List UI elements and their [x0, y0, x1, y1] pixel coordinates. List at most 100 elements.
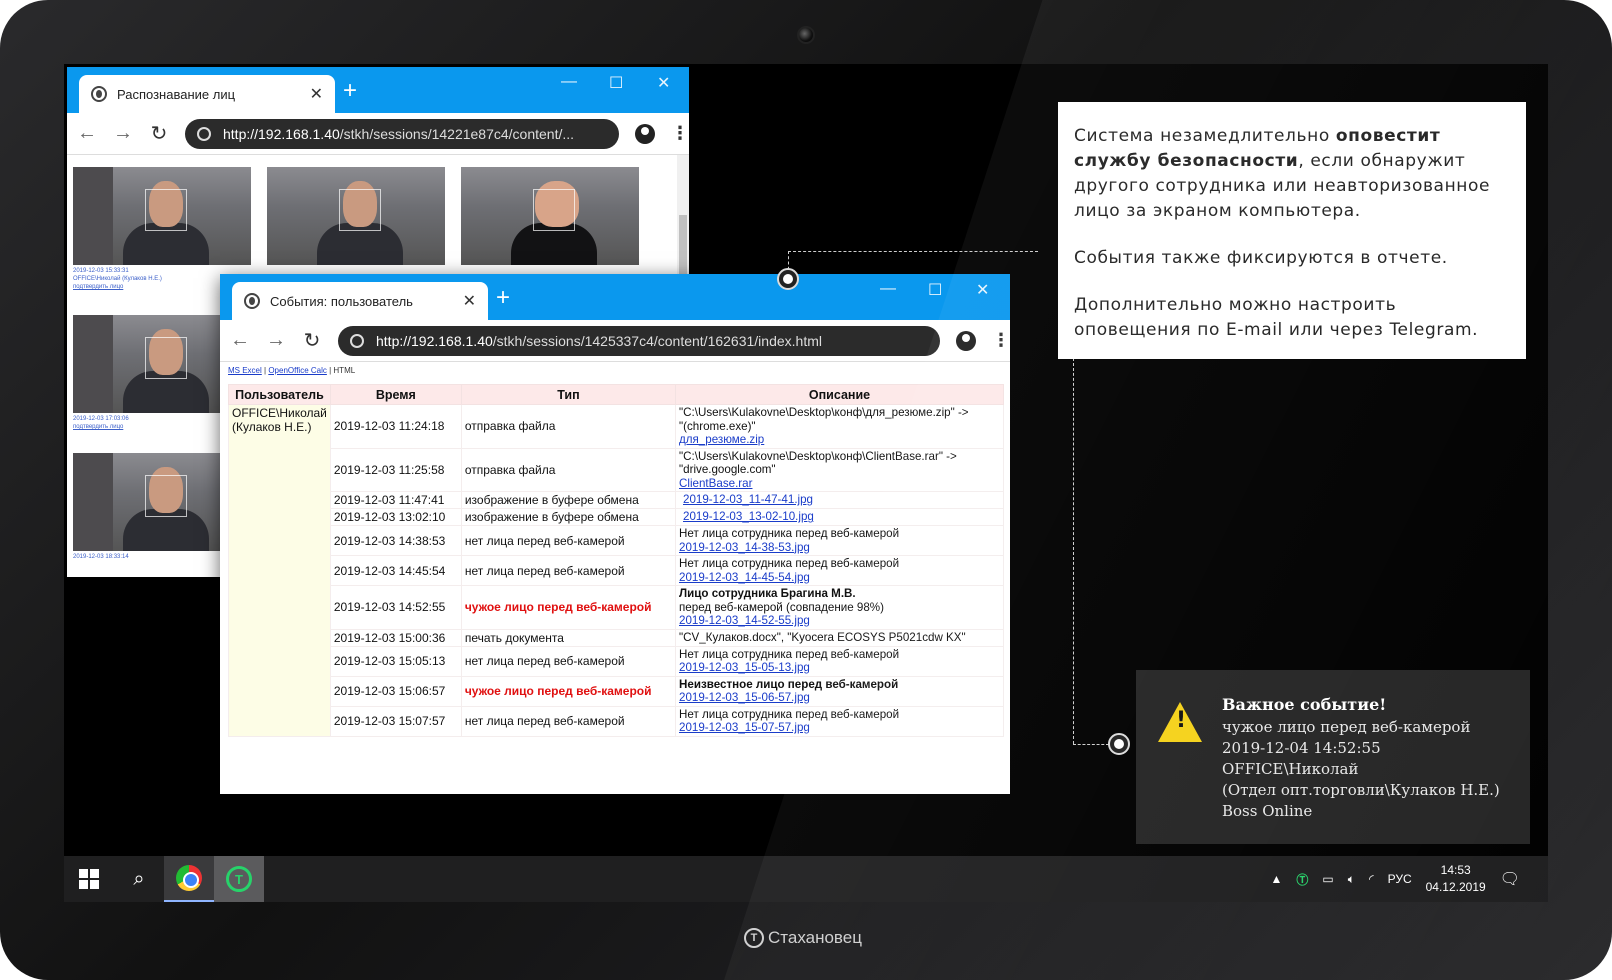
events-window: События: пользователь ✕ + — ☐ ✕ ← → ↻ ht… — [220, 274, 1010, 794]
calc-link[interactable]: OpenOffice Calc — [268, 366, 327, 375]
file-link[interactable]: 2019-12-03_14-52-55.jpg — [679, 614, 1000, 628]
menu-icon[interactable]: ⋮ — [671, 123, 689, 144]
reload-icon[interactable]: ↻ — [302, 328, 322, 353]
table-row: 2019-12-03 15:06:57 чужое лицо перед веб-… — [229, 675, 1004, 707]
address-bar[interactable]: http://192.168.1.40/stkh/sessions/142533… — [338, 325, 940, 356]
cell-time: 2019-12-03 14:52:55 — [329, 585, 462, 630]
cell-description: Неизвестное лицо перед веб-камерой 2019-1… — [675, 675, 1004, 707]
battery-icon[interactable]: ▭ — [1322, 872, 1333, 886]
info-paragraph-3: Дополнительно можно настроить оповещения… — [1074, 295, 1479, 340]
cell-type: отправка файла — [460, 447, 677, 492]
globe-icon — [244, 293, 260, 309]
taskbar-app[interactable]: T — [214, 856, 264, 902]
file-link[interactable]: 2019-12-03_13-02-10.jpg — [679, 510, 1000, 524]
account-icon[interactable] — [635, 123, 655, 144]
back-arrow-icon[interactable]: ← — [77, 122, 97, 145]
cell-description: Нет лица сотрудника перед веб-камерой 201… — [675, 705, 1004, 737]
minimize-button[interactable]: — — [880, 280, 896, 298]
file-link[interactable]: для_резюме.zip — [679, 433, 1000, 447]
close-tab-icon[interactable]: ✕ — [463, 291, 476, 311]
volume-icon[interactable]: 🔈︎ — [1348, 872, 1355, 887]
cell-type: отправка файла — [460, 404, 677, 449]
maximize-button[interactable]: ☐ — [609, 73, 623, 93]
face-thumbnail[interactable] — [73, 167, 251, 265]
forward-arrow-icon[interactable]: → — [266, 329, 286, 352]
face-thumbnail[interactable] — [461, 167, 639, 265]
thumbnail-caption: 2019-12-03 18:33:14 — [73, 554, 129, 560]
taskbar-chrome[interactable] — [164, 856, 214, 902]
wifi-icon[interactable]: ◜ — [1369, 872, 1374, 886]
tab-events[interactable]: События: пользователь ✕ — [232, 282, 488, 320]
header-type: Тип — [460, 384, 677, 405]
new-tab-button[interactable]: + — [496, 284, 510, 312]
clock[interactable]: 14:53 04.12.2019 — [1426, 862, 1486, 896]
events-table-body: OFFICE\Николай (Кулаков Н.Е.) 2019-12-03 … — [228, 404, 1004, 737]
file-link[interactable]: 2019-12-03_15-06-57.jpg — [679, 691, 1000, 705]
minimize-button[interactable]: — — [561, 73, 577, 91]
description-text: Нет лица сотрудника перед веб-камерой — [679, 527, 900, 540]
info-paragraph-2: События также фиксируются в отчете. — [1074, 248, 1448, 268]
cell-description: Нет лица сотрудника перед веб-камерой 201… — [675, 525, 1004, 556]
notification-line: (Отдел опт.торговли\Кулаков Н.Е.) — [1222, 781, 1500, 799]
warning-icon: ! — [1158, 702, 1202, 742]
close-window-button[interactable]: ✕ — [976, 280, 989, 300]
webcam — [797, 26, 815, 44]
maximize-button[interactable]: ☐ — [928, 280, 942, 300]
file-link[interactable]: 2019-12-03_14-38-53.jpg — [679, 541, 1000, 555]
chevron-up-icon[interactable]: ▲ — [1270, 872, 1282, 886]
menu-icon[interactable]: ⋮ — [992, 330, 1010, 351]
cell-description: "C:\Users\Kulakovne\Desktop\конф\ClientB… — [675, 447, 1004, 492]
url-host: http://192.168.1.40 — [376, 332, 493, 349]
cell-type: чужое лицо перед веб-камерой — [460, 675, 677, 707]
notification-line: чужое лицо перед веб-камерой — [1222, 718, 1471, 736]
tab-face-recognition[interactable]: Распознавание лиц ✕ — [79, 75, 335, 113]
close-window-button[interactable]: ✕ — [657, 73, 670, 93]
description-text: Лицо сотрудника Брагина М.В. — [679, 587, 856, 600]
search-button[interactable]: ⌕ — [114, 856, 164, 902]
start-button[interactable] — [64, 856, 114, 902]
file-link[interactable]: ClientBase.rar — [679, 477, 1000, 491]
tab-bar: Распознавание лиц ✕ + — ☐ ✕ — [67, 67, 689, 113]
table-row: 2019-12-03 14:38:53 нет лица перед веб-ка… — [229, 525, 1004, 556]
action-center-icon[interactable]: 🗨︎ — [1500, 869, 1520, 889]
address-bar[interactable]: http://192.168.1.40/stkh/sessions/14221e… — [185, 118, 619, 149]
account-icon[interactable] — [956, 330, 976, 351]
browser-toolbar: ← → ↻ http://192.168.1.40/stkh/sessions/… — [67, 113, 689, 155]
device-bezel: Распознавание лиц ✕ + — ☐ ✕ ← → ↻ http:/… — [0, 0, 1612, 980]
excel-link[interactable]: MS Excel — [228, 366, 262, 375]
face-thumbnail[interactable] — [267, 167, 445, 265]
cell-description: 2019-12-03_13-02-10.jpg — [675, 508, 1004, 526]
url-host: http://192.168.1.40 — [223, 125, 340, 142]
header-description: Описание — [675, 384, 1004, 405]
tab-title: События: пользователь — [270, 293, 413, 309]
language-indicator[interactable]: РУС — [1388, 872, 1412, 886]
back-arrow-icon[interactable]: ← — [230, 329, 250, 352]
url-path: /stkh/sessions/14221e87c4/content/... — [339, 125, 575, 142]
description-text: "CV_Кулаков.docx", "Kyocera ECOSYS P5021… — [679, 630, 966, 644]
file-link[interactable]: 2019-12-03_15-05-13.jpg — [679, 661, 1000, 675]
alert-notification[interactable]: ! Важное событие! чужое лицо перед веб-к… — [1136, 670, 1530, 844]
close-tab-icon[interactable]: ✕ — [310, 84, 323, 104]
file-link[interactable]: 2019-12-03_15-07-57.jpg — [679, 721, 1000, 735]
tray-app-icon[interactable]: Ⓣ — [1296, 871, 1308, 888]
cell-type: нет лица перед веб-камерой — [460, 525, 677, 556]
search-icon: ⌕ — [133, 867, 145, 890]
header-user: Пользователь — [228, 384, 331, 405]
forward-arrow-icon[interactable]: → — [113, 122, 133, 145]
file-link[interactable]: 2019-12-03_11-47-41.jpg — [679, 493, 1000, 507]
site-info-icon[interactable] — [350, 333, 364, 348]
brand-icon: T — [744, 928, 764, 948]
new-tab-button[interactable]: + — [343, 77, 357, 105]
site-info-icon[interactable] — [197, 126, 211, 141]
cell-type: нет лица перед веб-камерой — [460, 645, 677, 677]
browser-toolbar: ← → ↻ http://192.168.1.40/stkh/sessions/… — [220, 320, 1010, 362]
description-text: "C:\Users\Kulakovne\Desktop\конф\ClientB… — [679, 449, 957, 463]
reload-icon[interactable]: ↻ — [149, 121, 169, 146]
cell-time: 2019-12-03 11:24:18 — [329, 404, 462, 449]
file-link[interactable]: 2019-12-03_14-45-54.jpg — [679, 571, 1000, 585]
taskbar: ⌕ T ▲ Ⓣ ▭ 🔈︎ ◜ РУС 14:53 04.12.2019 🗨︎ — [64, 856, 1548, 902]
connector-line — [1073, 358, 1074, 744]
clock-date: 04.12.2019 — [1425, 880, 1486, 894]
cell-time: 2019-12-03 15:05:13 — [329, 645, 462, 677]
table-row: 2019-12-03 11:47:41 изображение в буфере … — [229, 491, 1004, 509]
